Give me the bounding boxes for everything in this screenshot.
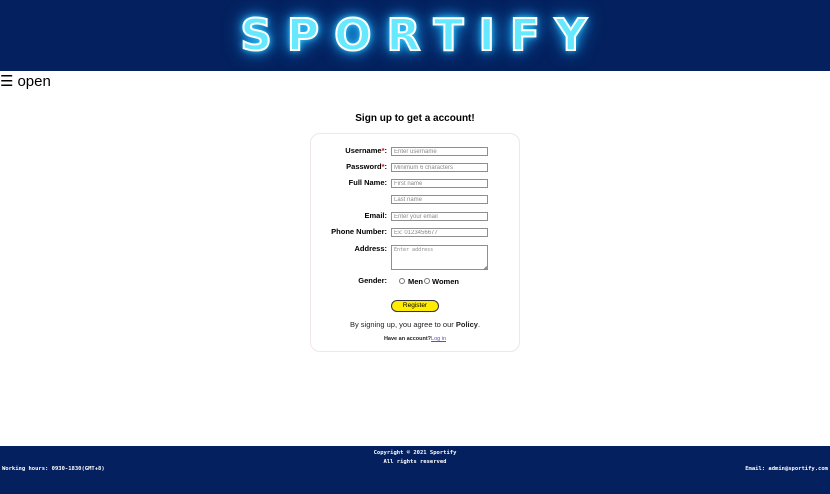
gender-women-label[interactable]: Women bbox=[432, 277, 459, 286]
policy-text: By signing up, you agree to our Policy. bbox=[349, 320, 481, 329]
address-textarea[interactable] bbox=[391, 245, 488, 270]
gender-men-label[interactable]: Men bbox=[408, 277, 423, 286]
login-link[interactable]: Log in bbox=[431, 336, 446, 342]
password-label: Password*: bbox=[346, 162, 387, 171]
username-label: Username*: bbox=[345, 146, 387, 155]
address-label: Address: bbox=[354, 244, 387, 253]
register-button[interactable]: Register bbox=[391, 300, 439, 312]
contact-email-text: Email: admin@sportify.com bbox=[745, 466, 828, 472]
email-input[interactable] bbox=[391, 212, 488, 221]
hamburger-menu-icon: ☰ bbox=[0, 73, 14, 90]
copyright-text: Copyright © 2021 Sportify bbox=[373, 450, 457, 456]
site-logo[interactable]: SPORTIFY bbox=[239, 9, 602, 62]
gender-label: Gender: bbox=[358, 276, 387, 285]
password-input[interactable] bbox=[391, 163, 488, 172]
working-hours-text: Working hours: 0930-1830(GMT+8) bbox=[2, 466, 105, 472]
nav-toggle-button[interactable]: ☰ open bbox=[0, 73, 51, 91]
policy-link[interactable]: Policy bbox=[456, 320, 478, 329]
phone-label: Phone Number: bbox=[331, 227, 387, 236]
full-name-label: Full Name: bbox=[348, 178, 387, 187]
resize-grip-icon[interactable]: ◢ bbox=[483, 265, 487, 271]
login-prompt: Have an account?Log in bbox=[383, 336, 447, 342]
email-label: Email: bbox=[364, 211, 387, 220]
signup-form: Username*: Password*: Full Name: Email: … bbox=[310, 133, 520, 352]
first-name-input[interactable] bbox=[391, 179, 488, 188]
site-header: SPORTIFY bbox=[0, 0, 830, 71]
last-name-input[interactable] bbox=[391, 195, 488, 204]
phone-input[interactable] bbox=[391, 228, 488, 237]
site-footer: Copyright © 2021 Sportify All rights res… bbox=[0, 446, 830, 494]
nav-toggle-label: open bbox=[17, 73, 51, 90]
rights-text: All rights reserved bbox=[383, 459, 447, 465]
gender-men-radio[interactable] bbox=[399, 278, 405, 284]
username-input[interactable] bbox=[391, 147, 488, 156]
form-title: Sign up to get a account! bbox=[355, 113, 475, 124]
gender-women-radio[interactable] bbox=[424, 278, 430, 284]
